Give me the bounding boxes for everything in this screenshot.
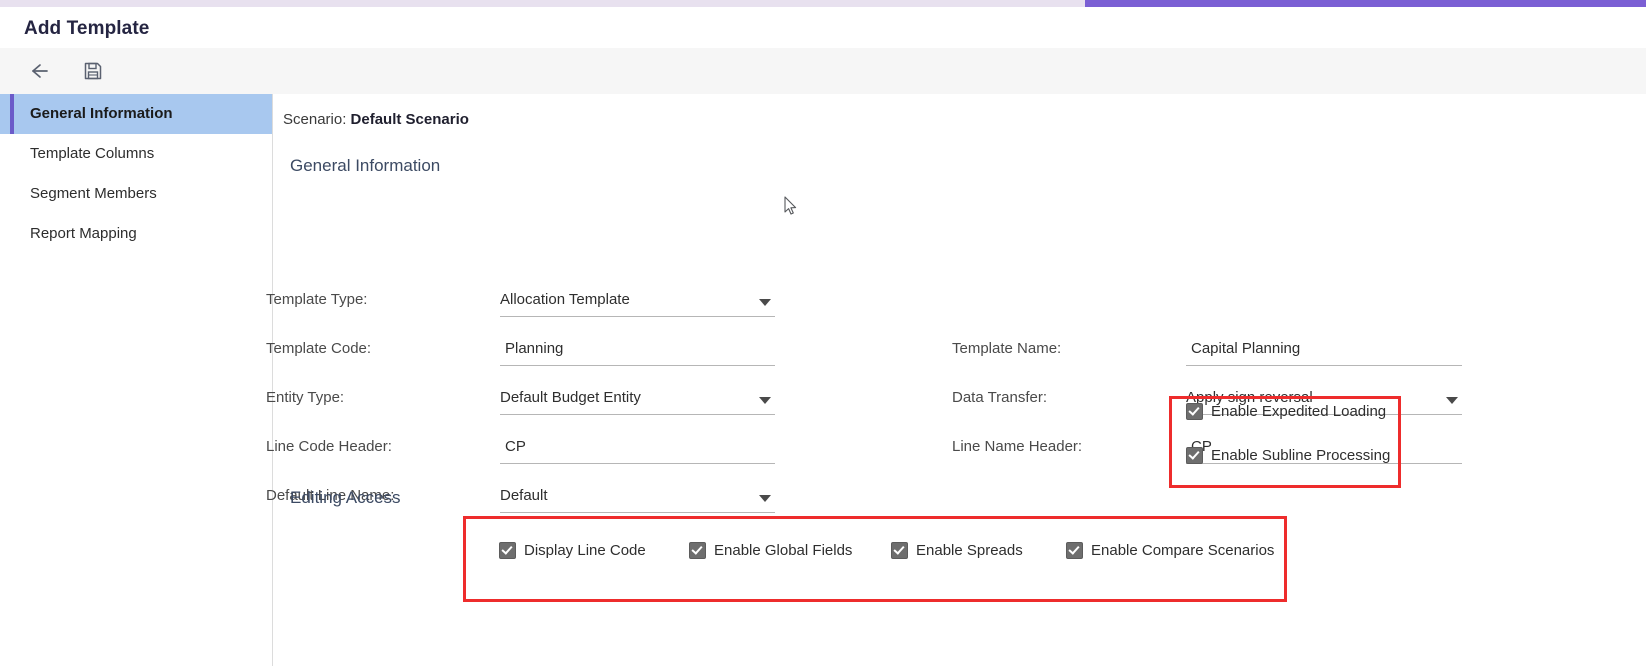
checkbox-label: Enable Expedited Loading [1211, 403, 1387, 420]
sidebar-item-label: Segment Members [30, 185, 157, 202]
template-type-dropdown[interactable]: Allocation Template [500, 288, 775, 317]
back-button[interactable] [20, 54, 56, 88]
checkbox-label: Enable Spreads [916, 542, 1023, 559]
entity-type-dropdown[interactable]: Default Budget Entity [500, 386, 775, 415]
sidebar-item-label: Report Mapping [30, 225, 137, 242]
section-heading-editing-access: Editing Access [290, 488, 401, 507]
command-toolbar [0, 48, 1646, 95]
chevron-down-icon [759, 299, 771, 306]
template-code-input[interactable]: Planning [500, 337, 775, 366]
title-bar: Add Template [0, 7, 1646, 49]
top-strip-left [0, 0, 1085, 7]
template-name-input[interactable]: Capital Planning [1186, 337, 1462, 366]
field-label: Template Type: [266, 291, 368, 308]
sidebar-navigation: General Information Template Columns Seg… [0, 94, 273, 666]
sidebar-item-label: General Information [30, 105, 173, 122]
save-floppy-icon [83, 61, 103, 81]
checkbox-enable-subline-processing[interactable]: Enable Subline Processing [1186, 447, 1390, 464]
section-heading-general-information: General Information [290, 156, 441, 175]
checkbox-checked-icon [1186, 403, 1203, 420]
checkbox-enable-expedited-loading[interactable]: Enable Expedited Loading [1186, 403, 1386, 420]
field-label: Entity Type: [266, 389, 345, 406]
checkbox-checked-icon [689, 542, 706, 559]
field-label: Line Code Header: [266, 438, 392, 455]
scenario-label: Scenario: [283, 111, 347, 128]
field-value: CP [505, 438, 526, 455]
field-label: Template Name: [952, 340, 1062, 357]
chevron-down-icon [759, 397, 771, 404]
scenario-breadcrumb: Scenario: Default Scenario [283, 111, 469, 128]
checkbox-display-line-code[interactable]: Display Line Code [499, 542, 646, 559]
checkbox-enable-global-fields[interactable]: Enable Global Fields [689, 542, 852, 559]
default-line-name-dropdown[interactable]: Default [500, 484, 775, 513]
sidebar-item-template-columns[interactable]: Template Columns [0, 134, 272, 174]
checkbox-checked-icon [499, 542, 516, 559]
sidebar-item-report-mapping[interactable]: Report Mapping [0, 214, 272, 254]
checkbox-enable-spreads[interactable]: Enable Spreads [891, 542, 1023, 559]
checkbox-label: Display Line Code [524, 542, 646, 559]
checkbox-checked-icon [1066, 542, 1083, 559]
checkbox-checked-icon [891, 542, 908, 559]
chevron-down-icon [759, 495, 771, 502]
checkbox-label: Enable Global Fields [714, 542, 853, 559]
main-content: Scenario: Default Scenario General Infor… [266, 94, 1646, 666]
field-value: Capital Planning [1191, 340, 1301, 357]
field-value: Default Budget Entity [500, 389, 641, 406]
field-label: Template Code: [266, 340, 372, 357]
chevron-down-icon [1446, 397, 1458, 404]
top-strip-accent [1085, 0, 1646, 7]
checkbox-label: Enable Compare Scenarios [1091, 542, 1275, 559]
field-label: Line Name Header: [952, 438, 1083, 455]
field-value: Allocation Template [500, 291, 630, 308]
back-arrow-icon [27, 61, 49, 81]
sidebar-item-general-information[interactable]: General Information [0, 94, 272, 134]
checkbox-checked-icon [1186, 447, 1203, 464]
sidebar-item-segment-members[interactable]: Segment Members [0, 174, 272, 214]
sidebar-item-label: Template Columns [30, 145, 155, 162]
checkbox-label: Enable Subline Processing [1211, 447, 1391, 464]
checkbox-enable-compare-scenarios[interactable]: Enable Compare Scenarios [1066, 542, 1274, 559]
line-code-header-input[interactable]: CP [500, 435, 775, 464]
field-value: Planning [505, 340, 564, 357]
save-button[interactable] [75, 54, 111, 88]
field-label: Data Transfer: [952, 389, 1048, 406]
scenario-value: Default Scenario [350, 111, 469, 128]
field-value: Default [500, 487, 548, 504]
page-title: Add Template [24, 18, 150, 39]
